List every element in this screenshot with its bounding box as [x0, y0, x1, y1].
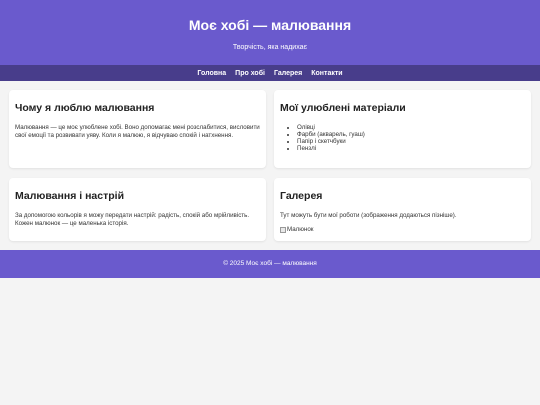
list-item: Пензлі [297, 145, 525, 152]
site-footer: © 2025 Моє хобі — малювання [0, 250, 540, 278]
card-mood-title: Малювання і настрій [15, 190, 125, 202]
card-gallery-title: Галерея [280, 190, 323, 202]
list-item: Фарби (акварель, гуаш) [297, 131, 525, 138]
nav-link-contacts[interactable]: Контакти [311, 69, 342, 78]
site-subtitle: Творчість, яка надихає [232, 44, 308, 51]
broken-image-icon [280, 226, 286, 233]
card-mood: Малювання і настрій За допомогою кольорі… [9, 178, 266, 241]
site-header: Моє хобі — малювання Творчість, яка нади… [0, 0, 540, 65]
card-gallery: Галерея Тут можуть бути мої роботи (зобр… [274, 178, 531, 241]
site-title: Моє хобі — малювання [188, 17, 352, 33]
card-mood-text: За допомогою кольорів я можу передати на… [15, 212, 250, 227]
card-gallery-text: Тут можуть бути мої роботи (зображення д… [280, 212, 457, 219]
main-nav: Головна Про хобі Галерея Контакти [0, 65, 540, 81]
card-materials-title: Мої улюблені матеріали [280, 102, 406, 114]
card-materials: Мої улюблені матеріали Олівці Фарби (акв… [274, 90, 531, 168]
nav-link-home[interactable]: Головна [197, 69, 226, 78]
card-why: Чому я люблю малювання Малювання — це мо… [9, 90, 266, 168]
footer-text: © 2025 Моє хобі — малювання [223, 260, 317, 267]
content-grid: Чому я люблю малювання Малювання — це мо… [0, 81, 540, 241]
nav-link-gallery[interactable]: Галерея [274, 69, 302, 78]
gallery-image: Малюнок [280, 226, 525, 233]
card-why-title: Чому я люблю малювання [15, 102, 155, 114]
list-item: Папір і скетчбуки [297, 138, 525, 145]
list-item: Олівці [297, 124, 525, 131]
card-why-text: Малювання — це моє улюблене хобі. Воно д… [15, 124, 260, 139]
nav-link-about[interactable]: Про хобі [235, 69, 265, 78]
gallery-image-alt: Малюнок [287, 226, 314, 233]
materials-list: Олівці Фарби (акварель, гуаш) Папір і ск… [297, 124, 525, 152]
